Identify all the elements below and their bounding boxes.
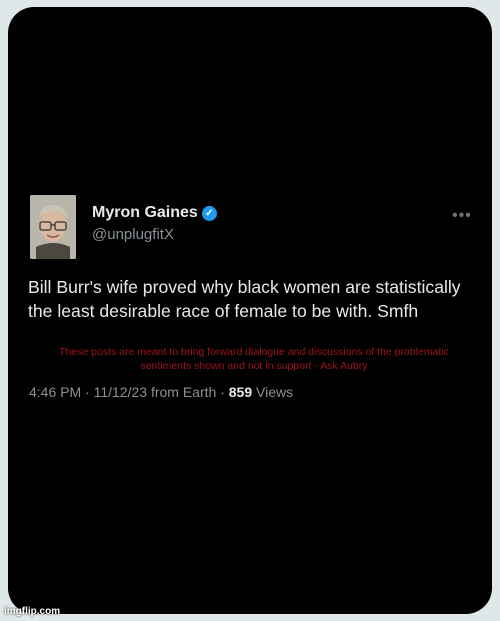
tweet-meta: 4:46 PM · 11/12/23 from Earth · 859 View… xyxy=(29,384,293,400)
tweet-card: Myron Gaines ✓ @unplugfitX ••• Bill Burr'… xyxy=(8,7,492,614)
tweet-text: Bill Burr's wife proved why black women … xyxy=(28,277,461,321)
tweet: Myron Gaines ✓ @unplugfitX ••• Bill Burr'… xyxy=(8,7,492,614)
disclaimer-overlay-text: These posts are meant to bring forward d… xyxy=(59,346,449,372)
views-count: 859 xyxy=(228,384,253,400)
more-horizontal-icon[interactable]: ••• xyxy=(452,207,472,225)
tweet-time[interactable]: 4:46 PM xyxy=(29,384,81,400)
meta-separator: · xyxy=(220,384,229,400)
verified-badge-icon: ✓ xyxy=(201,206,217,221)
avatar[interactable] xyxy=(30,195,76,259)
tweet-source: from Earth xyxy=(150,384,217,400)
views-label: Views xyxy=(256,384,294,400)
display-name-row[interactable]: Myron Gaines ✓ xyxy=(92,204,217,222)
avatar-portrait xyxy=(30,195,76,259)
watermark: imgflip.com xyxy=(4,606,61,617)
user-handle[interactable]: @unplugfitX xyxy=(92,226,174,243)
meta-separator: · xyxy=(85,384,94,400)
tweet-date[interactable]: 11/12/23 xyxy=(94,384,147,400)
display-name[interactable]: Myron Gaines xyxy=(92,204,198,221)
